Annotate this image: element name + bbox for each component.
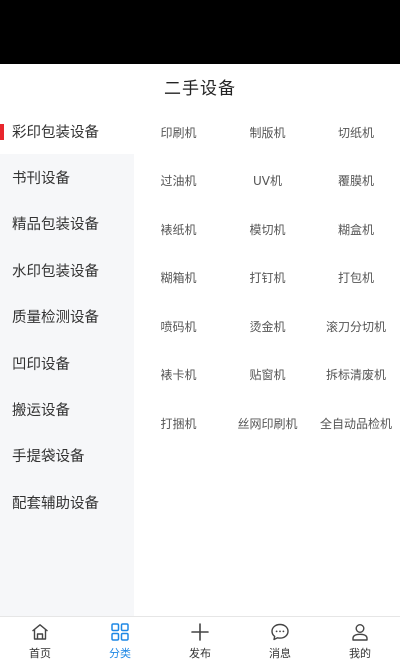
tab-category[interactable]: 分类 [80, 617, 160, 661]
sidebar-item-label: 凹印设备 [12, 356, 70, 373]
sidebar-item-auxiliary[interactable]: 配套辅助设备 [0, 479, 134, 525]
tab-home[interactable]: 首页 [0, 617, 80, 661]
sidebar-item-flexo-packaging[interactable]: 水印包装设备 [0, 247, 134, 293]
subcategory-item[interactable]: 糊盒机 [312, 205, 400, 254]
subcategory-item[interactable]: 烫金机 [223, 302, 312, 351]
sidebar-item-label: 质量检测设备 [12, 310, 99, 327]
sidebar-item-label: 手提袋设备 [12, 449, 85, 466]
tab-publish[interactable]: 发布 [160, 617, 240, 661]
tab-label: 我的 [349, 647, 371, 660]
subcategory-item[interactable]: 裱纸机 [134, 205, 223, 254]
subcategory-item[interactable]: 喷码机 [134, 302, 223, 351]
user-icon [352, 624, 368, 641]
sidebar-item-quality-inspection[interactable]: 质量检测设备 [0, 294, 134, 340]
subcategory-item[interactable]: 丝网印刷机 [223, 399, 312, 448]
subcategory-item[interactable]: 覆膜机 [312, 157, 400, 206]
sidebar-item-label: 彩印包装设备 [12, 124, 99, 141]
message-icon [271, 623, 289, 641]
subcategory-item[interactable]: 打捆机 [134, 399, 223, 448]
subcategory-item[interactable]: 滚刀分切机 [312, 302, 400, 351]
subcategory-item[interactable]: 糊箱机 [134, 254, 223, 303]
subcategory-item[interactable]: 制版机 [223, 108, 312, 157]
tab-profile[interactable]: 我的 [320, 617, 400, 661]
sidebar-item-fine-packaging[interactable]: 精品包装设备 [0, 201, 134, 247]
subcategory-item[interactable]: 贴窗机 [223, 351, 312, 400]
sidebar-item-handbag[interactable]: 手提袋设备 [0, 433, 134, 479]
sidebar-item-label: 水印包装设备 [12, 263, 99, 280]
sidebar-item-label: 配套辅助设备 [12, 495, 99, 512]
subcategory-item[interactable]: UV机 [223, 157, 312, 206]
subcategory-item[interactable]: 切纸机 [312, 108, 400, 157]
home-icon [32, 624, 48, 640]
subcategory-item[interactable]: 裱卡机 [134, 351, 223, 400]
sidebar-item-handling[interactable]: 搬运设备 [0, 386, 134, 432]
page-title: 二手设备 [164, 78, 236, 99]
sidebar-item-book-equipment[interactable]: 书刊设备 [0, 154, 134, 200]
subcategory-item[interactable]: 打钉机 [223, 254, 312, 303]
category-icon [111, 623, 129, 641]
bottom-tab-bar: 首页 分类 发布 消息 我的 [0, 616, 400, 661]
subcategory-item[interactable]: 拆标清废机 [312, 351, 400, 400]
subcategory-grid: 印刷机 制版机 切纸机 过油机 UV机 覆膜机 裱纸机 模切机 糊盒机 糊箱机 … [134, 108, 400, 448]
sidebar-item-label: 书刊设备 [12, 171, 70, 188]
subcategory-item[interactable]: 打包机 [312, 254, 400, 303]
subcategory-item[interactable]: 过油机 [134, 157, 223, 206]
sidebar-item-label: 搬运设备 [12, 403, 70, 420]
category-sidebar: 彩印包装设备 书刊设备 精品包装设备 水印包装设备 质量检测设备 凹印设备 搬运… [0, 108, 134, 616]
plus-icon [191, 623, 209, 641]
sidebar-item-gravure[interactable]: 凹印设备 [0, 340, 134, 386]
tab-messages[interactable]: 消息 [240, 617, 320, 661]
tab-label: 消息 [269, 647, 291, 660]
tab-label: 分类 [109, 647, 131, 660]
sidebar-item-color-print-packaging[interactable]: 彩印包装设备 [0, 108, 134, 155]
status-bar [0, 0, 400, 64]
subcategory-panel: 印刷机 制版机 切纸机 过油机 UV机 覆膜机 裱纸机 模切机 糊盒机 糊箱机 … [134, 108, 400, 616]
page-header: 二手设备 [0, 64, 400, 109]
subcategory-item[interactable]: 全自动品检机 [312, 399, 400, 448]
tab-label: 发布 [189, 647, 211, 660]
subcategory-item[interactable]: 模切机 [223, 205, 312, 254]
sidebar-item-label: 精品包装设备 [12, 217, 99, 234]
tab-label: 首页 [29, 647, 51, 660]
subcategory-item[interactable]: 印刷机 [134, 108, 223, 157]
